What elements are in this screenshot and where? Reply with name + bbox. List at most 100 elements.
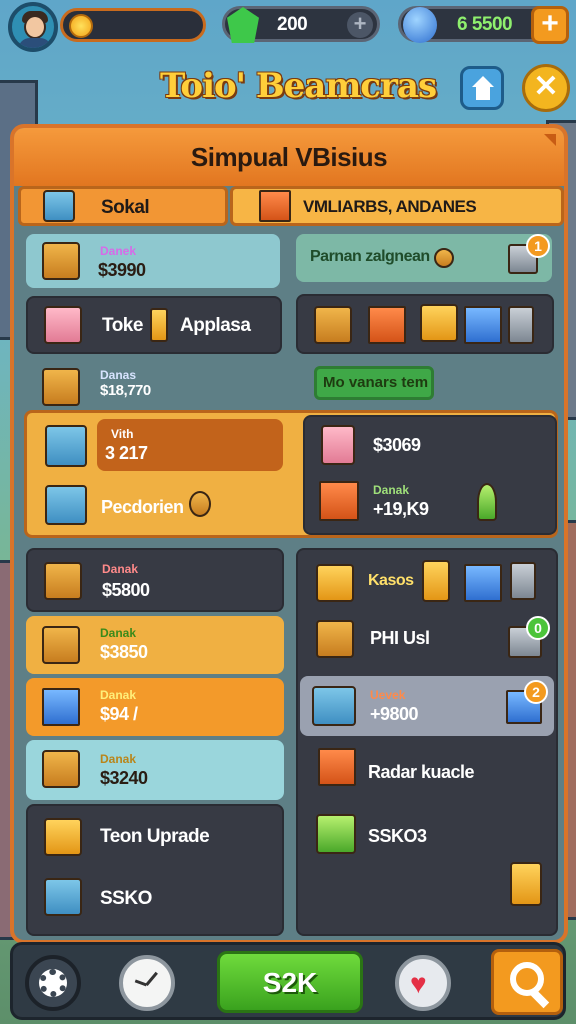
tab-sokal[interactable]: Sokal [18, 186, 228, 226]
pink-box-icon [44, 306, 82, 344]
item-caption: Danak [100, 626, 137, 640]
close-button[interactable]: ✕ [522, 64, 570, 112]
avatar-body [18, 38, 52, 48]
avatar-face [24, 15, 46, 39]
list-item[interactable]: Danek $3990 [26, 234, 280, 288]
cart-icon[interactable] [464, 306, 502, 344]
item-name: SSKO3 [368, 826, 427, 846]
search-button[interactable] [491, 949, 563, 1015]
price-tag[interactable]: Vith 3 217 [97, 419, 283, 471]
count-badge: 0 [526, 616, 550, 640]
favorites-button[interactable]: ♥ [395, 955, 451, 1011]
panel-title: Simpual VBisius [190, 142, 388, 172]
list-item[interactable]: PHI Usl 0 [300, 610, 554, 670]
coin-orb-icon [403, 7, 437, 43]
tab-vmliarbs[interactable]: VMLIARBS, ANDANES [230, 186, 564, 226]
item-caption: Danak [373, 483, 410, 497]
trophy-icon [150, 308, 168, 342]
home-icon [472, 76, 494, 87]
trash-can-icon [510, 562, 536, 600]
main-action-button[interactable]: S2K [217, 951, 363, 1013]
item-price: $5800 [102, 580, 150, 600]
bag-icon[interactable] [420, 304, 458, 342]
item-price: +9800 [370, 704, 419, 724]
gear-icon [39, 969, 67, 997]
promo-button[interactable]: Mo vanars tem [314, 366, 434, 400]
item-caption: Danak [102, 562, 139, 576]
panel-header: Simpual VBisius [14, 128, 564, 186]
sun-icon [69, 14, 93, 38]
list-item[interactable]: Uevek +9800 2 [300, 676, 554, 736]
tablet-icon [45, 425, 87, 467]
list-item[interactable]: Toke Applasa [26, 296, 282, 354]
list-item[interactable]: Danak $3240 [26, 740, 284, 800]
clock-button[interactable] [119, 955, 175, 1011]
storage-box-icon [45, 485, 87, 525]
trophy-icon [422, 560, 450, 602]
item-price: $3850 [100, 642, 148, 662]
list-item[interactable]: Teon Uprade SSKO [26, 804, 284, 936]
xp-bar [60, 8, 206, 42]
player-avatar[interactable] [8, 2, 58, 52]
item-price: $3990 [98, 260, 146, 280]
home-button[interactable] [460, 66, 504, 110]
add-cash-button[interactable]: + [531, 6, 569, 44]
crate-icon [316, 620, 354, 658]
count-badge: 1 [526, 234, 550, 258]
gold-box-icon [316, 564, 354, 602]
gift-box-icon [44, 818, 82, 856]
detail-card[interactable]: $3069 Danak +19,K9 [303, 415, 557, 535]
item-name: PHI Usl [370, 628, 430, 648]
box-icon [42, 750, 80, 788]
tab-label: VMLIARBS, ANDANES [303, 197, 477, 216]
item-name: Kasos [368, 572, 414, 589]
gems-counter: 200 + [222, 6, 380, 43]
crate-icon [44, 562, 82, 600]
item-price: +19,K9 [373, 499, 429, 519]
list-item[interactable]: Danak $3850 [26, 616, 284, 674]
shop-panel: Simpual VBisius Sokal VMLIARBS, ANDANES … [10, 124, 568, 944]
item-caption: Uevek [370, 688, 406, 702]
item-name: Radar kuacle [368, 762, 475, 782]
cart-icon[interactable] [368, 306, 406, 344]
storage-box-icon [44, 878, 82, 916]
promo-label: Mo vanars tem [323, 374, 429, 391]
item-price: 3 217 [105, 443, 148, 463]
home-icon-wall [476, 87, 490, 100]
search-icon [510, 962, 544, 996]
list-item[interactable]: Danak $5800 [26, 548, 284, 612]
highlighted-row: Vith 3 217 Pecdorien $3069 Danak +19,K9 [24, 410, 558, 538]
clock-icon [145, 971, 158, 986]
right-list: Kasos PHI Usl 0 Uevek +9800 2 Radar kuac… [296, 548, 558, 936]
crate-icon[interactable] [314, 306, 352, 344]
item-name: Toke [102, 315, 143, 336]
game-title: Toio' Beamcras [160, 66, 437, 106]
box-icon [43, 190, 75, 222]
cart-icon [259, 190, 291, 222]
top-resource-bar: 200 + 6 5500 + [0, 0, 576, 52]
item-name: Pecdorien [101, 497, 184, 517]
heart-icon: ♥ [410, 968, 427, 999]
main-action-label: S2K [262, 967, 318, 998]
item-caption: Vith [111, 427, 134, 441]
paper-icon [312, 686, 356, 726]
gems-value: 200 [277, 14, 308, 35]
trash-can-icon[interactable] [508, 306, 534, 344]
item-price: $94 / [100, 704, 138, 724]
toolbox-icon [42, 626, 80, 664]
cash-counter: 6 5500 + [398, 6, 569, 44]
item-price: $18,770 [100, 382, 151, 399]
trophy-icon [510, 862, 542, 906]
settings-button[interactable] [25, 955, 81, 1011]
list-item[interactable]: Parnan zalgnean 1 [296, 234, 552, 282]
list-item[interactable]: Danas $18,770 [26, 360, 282, 416]
search-icon-handle [530, 989, 550, 1009]
count-badge: 2 [524, 680, 548, 704]
blender-icon [42, 688, 80, 726]
cash-value: 6 5500 [457, 14, 513, 35]
tab-bar: Sokal VMLIARBS, ANDANES [18, 186, 564, 226]
item-caption: Danak [100, 752, 137, 766]
item-name: SSKO [100, 888, 152, 909]
list-item[interactable]: Danak $94 / [26, 678, 284, 736]
add-gems-button[interactable]: + [347, 12, 373, 38]
